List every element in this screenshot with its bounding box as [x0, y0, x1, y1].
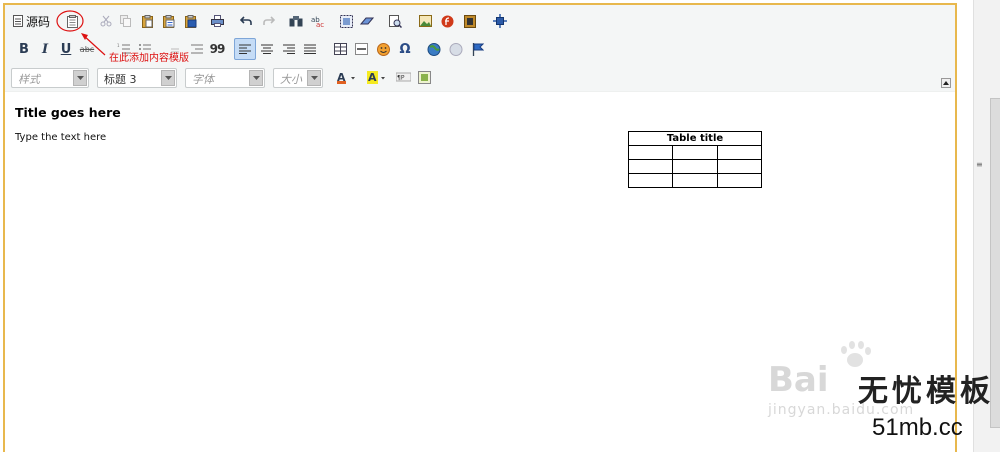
quote-label: 99: [209, 42, 226, 56]
resize-grip-icon[interactable]: ≡: [976, 160, 983, 169]
table-row: Table title: [628, 131, 762, 146]
globe-link-icon: [427, 42, 441, 56]
table-button[interactable]: [329, 38, 351, 60]
image-button[interactable]: [414, 10, 436, 32]
text-color-button[interactable]: A: [333, 66, 361, 88]
annotation-text: 在此添加内容模版: [109, 53, 189, 64]
table-cell: [716, 145, 763, 160]
table-row: [627, 145, 763, 160]
align-left-button[interactable]: [234, 38, 256, 60]
table-cell: [627, 159, 674, 174]
replace-icon: abac: [311, 16, 324, 27]
flash-icon: [441, 15, 453, 27]
table-cell: [672, 145, 718, 160]
svg-text:ac: ac: [316, 21, 324, 27]
table-cell: [627, 145, 674, 160]
watermark: Bai jingyan.baidu.com 无忧模板 51mb.cc: [760, 340, 1000, 452]
preview-button[interactable]: [384, 10, 406, 32]
maximize-icon: [493, 14, 507, 28]
chevron-down-icon: [73, 70, 87, 86]
remove-format-button[interactable]: [356, 10, 378, 32]
table-cell: [716, 173, 763, 188]
smiley-button[interactable]: [372, 38, 394, 60]
triangle-up-icon: [943, 81, 949, 85]
align-left-icon: [239, 44, 251, 54]
table-cell: [716, 159, 763, 174]
horizontal-rule-icon: [354, 43, 368, 55]
print-button[interactable]: [206, 10, 228, 32]
chevron-down-icon: [307, 70, 321, 86]
special-char-label: Ω: [399, 41, 411, 57]
image-icon: [418, 15, 432, 27]
content-table: Table title: [627, 131, 763, 188]
printer-icon: [210, 15, 224, 27]
align-right-icon: [283, 44, 295, 54]
document-body-text: Type the text here: [15, 132, 107, 143]
redo-button[interactable]: [258, 10, 280, 32]
blockquote-button[interactable]: 99: [206, 38, 228, 60]
preview-icon: [388, 14, 402, 28]
undo-button[interactable]: [235, 10, 257, 32]
select-all-icon: [339, 14, 353, 28]
justify-icon: [304, 44, 316, 54]
font-select[interactable]: 字体: [185, 68, 265, 88]
svg-text:¶P: ¶P: [397, 75, 405, 82]
toolbar-row-3: 样式 标题 3 字体 大小 A A ¶P: [9, 66, 949, 90]
undo-icon: [240, 16, 252, 25]
watermark-baidu: Bai: [768, 360, 829, 400]
editor-toolbar: 源码 ab ac B I U abc 1 99 Ω 样式 标题 3 字体 大小 …: [5, 5, 955, 92]
toolbar-collapse-button[interactable]: [941, 78, 951, 88]
chevron-down-icon: [161, 70, 175, 86]
maximize-button[interactable]: [489, 10, 511, 32]
justify-button[interactable]: [299, 38, 321, 60]
table-title: Table title: [628, 131, 762, 146]
align-right-button[interactable]: [278, 38, 300, 60]
media-button[interactable]: [459, 10, 481, 32]
horizontal-rule-button[interactable]: [350, 38, 372, 60]
table-cell: [672, 173, 718, 188]
binoculars-icon: [289, 16, 303, 27]
watermark-domain: 51mb.cc: [872, 414, 963, 441]
show-blocks-icon: ¶P: [395, 72, 411, 82]
align-center-button[interactable]: [256, 38, 278, 60]
style-select[interactable]: 样式: [11, 68, 89, 88]
table-row: [627, 173, 763, 188]
unlink-button[interactable]: [445, 38, 467, 60]
smiley-icon: [376, 42, 390, 56]
watermark-site-name: 无忧模板: [858, 374, 994, 409]
flag-icon: [472, 42, 484, 56]
about-button[interactable]: [413, 66, 435, 88]
select-all-button[interactable]: [335, 10, 357, 32]
show-blocks-button[interactable]: ¶P: [392, 66, 414, 88]
special-char-button[interactable]: Ω: [394, 38, 416, 60]
font-select-value: 字体: [192, 73, 214, 86]
table-cell: [672, 159, 718, 174]
eraser-icon: [360, 17, 374, 25]
document-title: Title goes here: [15, 105, 121, 120]
media-icon: [464, 14, 476, 28]
svg-text:A: A: [368, 71, 377, 84]
table-cell: [627, 173, 674, 188]
replace-button[interactable]: ab ac: [307, 10, 329, 32]
table-row: [627, 159, 763, 174]
highlight-color-icon: A: [367, 70, 385, 84]
table-icon: [333, 43, 347, 55]
link-button[interactable]: [423, 38, 445, 60]
text-color-icon: A: [337, 71, 355, 84]
size-select-value: 大小: [280, 73, 302, 86]
format-select-value: 标题 3: [104, 73, 137, 86]
redo-icon: [263, 16, 275, 25]
info-doc-icon: [417, 70, 431, 84]
format-select[interactable]: 标题 3: [97, 68, 177, 88]
bg-color-button[interactable]: A: [363, 66, 391, 88]
style-select-value: 样式: [18, 73, 40, 86]
find-button[interactable]: [285, 10, 307, 32]
size-select[interactable]: 大小: [273, 68, 323, 88]
anchor-button[interactable]: [467, 38, 489, 60]
unlink-icon: [449, 42, 463, 56]
align-center-icon: [261, 44, 273, 54]
chevron-down-icon: [249, 70, 263, 86]
flash-button[interactable]: [436, 10, 458, 32]
